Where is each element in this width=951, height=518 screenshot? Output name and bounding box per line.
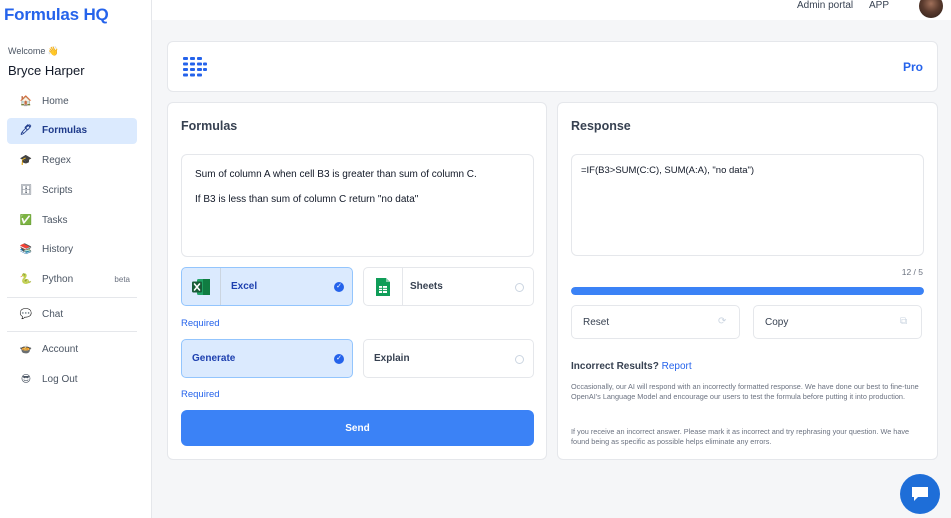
sheets-option[interactable]: Sheets	[363, 267, 534, 306]
sidebar-item-tasks[interactable]: ✅ Tasks	[7, 207, 137, 233]
excel-icon	[182, 268, 221, 305]
excel-label: Excel	[231, 281, 258, 292]
incorrect-results: Incorrect Results? Report	[571, 361, 692, 372]
reset-label: Reset	[583, 316, 610, 328]
send-button[interactable]: Send	[181, 410, 534, 446]
sidebar-item-label: Tasks	[42, 214, 68, 226]
reset-button[interactable]: Reset ⟳	[571, 305, 740, 339]
refresh-icon: ⟳	[718, 316, 727, 327]
check-circle-icon: ✓	[334, 282, 344, 292]
fine-print-2: If you receive an incorrect answer. Plea…	[571, 427, 910, 446]
generate-label: Generate	[192, 353, 236, 364]
copy-button[interactable]: Copy ⧉	[753, 305, 922, 339]
radio-circle-icon	[515, 283, 524, 292]
formulas-title: Formulas	[181, 119, 238, 133]
sidebar-item-label: Account	[42, 343, 79, 355]
sidebar-item-label: Regex	[42, 155, 71, 167]
formula-input-line: If B3 is less than sum of column C retur…	[195, 194, 419, 205]
sidebar-item-label: History	[42, 244, 74, 256]
header-card: Pro	[167, 41, 938, 92]
chat-icon: 💬	[19, 309, 33, 321]
explain-option[interactable]: Explain	[363, 339, 534, 378]
usage-progress-bar	[571, 287, 924, 295]
sidebar-item-python[interactable]: 🐍 Python beta	[7, 267, 137, 293]
sidebar: Formulas HQ Welcome 👋 Bryce Harper 🏠 Hom…	[0, 0, 152, 518]
sidebar-item-label: Python	[42, 274, 74, 286]
home-icon: 🏠	[19, 95, 33, 107]
generate-option[interactable]: Generate ✓	[181, 339, 353, 378]
sidebar-item-home[interactable]: 🏠 Home	[7, 88, 137, 114]
formulas-card: Formulas Sum of column A when cell B3 is…	[167, 102, 547, 460]
sidebar-nav: 🏠 Home 🖊 Formulas 🎓 Regex 🗄 Scripts ✅ Ta…	[7, 88, 137, 396]
sidebar-item-scripts[interactable]: 🗄 Scripts	[7, 177, 137, 203]
chat-fab-button[interactable]	[900, 474, 940, 514]
sidebar-item-account[interactable]: 🍲 Account	[7, 336, 137, 362]
sidebar-item-regex[interactable]: 🎓 Regex	[7, 148, 137, 174]
sidebar-item-logout[interactable]: 😎 Log Out	[7, 366, 137, 392]
sidebar-item-label: Chat	[42, 309, 64, 321]
mode-required-text: Required	[181, 389, 220, 400]
username: Bryce Harper	[8, 63, 85, 78]
usage-counter: 12 / 5	[901, 267, 923, 277]
response-output[interactable]: =IF(B3>SUM(C:C), SUM(A:A), "no data")	[571, 154, 924, 256]
response-title: Response	[571, 119, 631, 133]
sheets-icon	[364, 268, 403, 305]
formulas-grid-icon	[183, 57, 207, 77]
formula-input-line: Sum of column A when cell B3 is greater …	[195, 169, 477, 180]
sidebar-item-chat[interactable]: 💬 Chat	[7, 302, 137, 328]
check-icon: ✅	[19, 214, 33, 226]
logout-icon: 😎	[20, 373, 32, 385]
sidebar-item-formulas[interactable]: 🖊 Formulas	[7, 117, 137, 144]
report-link[interactable]: Report	[662, 361, 692, 372]
incorrect-label: Incorrect Results?	[571, 361, 659, 372]
sidebar-item-history[interactable]: 📚 History	[7, 237, 137, 263]
app-link[interactable]: APP	[869, 0, 889, 11]
sidebar-item-label: Formulas	[42, 125, 88, 137]
topbar: Admin portal APP	[152, 0, 951, 20]
check-circle-icon: ✓	[334, 354, 344, 364]
beta-badge: beta	[114, 275, 130, 285]
platform-required-text: Required	[181, 318, 220, 329]
excel-option[interactable]: Excel ✓	[181, 267, 353, 306]
python-icon: 🐍	[19, 274, 33, 286]
chat-bubble-icon	[912, 487, 928, 501]
radio-circle-icon	[515, 355, 524, 364]
brand-logo[interactable]: Formulas HQ	[4, 5, 109, 25]
sidebar-item-label: Log Out	[42, 373, 78, 385]
sidebar-item-label: Home	[42, 95, 69, 107]
explain-label: Explain	[374, 353, 410, 364]
scroll-icon: 🗄	[19, 184, 33, 196]
sheets-label: Sheets	[410, 281, 443, 292]
avatar[interactable]	[919, 0, 943, 18]
usage-progress-fill	[571, 287, 924, 295]
nav-divider	[7, 331, 137, 333]
welcome-text: Welcome 👋	[8, 46, 60, 56]
books-icon: 📚	[19, 244, 33, 256]
fine-print-1: Occasionally, our AI will respond with a…	[571, 382, 919, 401]
plan-badge[interactable]: Pro	[903, 60, 923, 74]
response-output-text: =IF(B3>SUM(C:C), SUM(A:A), "no data")	[581, 165, 755, 176]
response-card: Response =IF(B3>SUM(C:C), SUM(A:A), "no …	[557, 102, 938, 460]
copy-icon: ⧉	[900, 316, 908, 327]
pen-icon: 🖊	[19, 125, 33, 137]
graduation-cap-icon: 🎓	[19, 155, 33, 167]
formula-input[interactable]: Sum of column A when cell B3 is greater …	[181, 154, 534, 257]
nav-divider	[7, 296, 137, 298]
copy-label: Copy	[765, 316, 789, 328]
admin-portal-link[interactable]: Admin portal	[797, 0, 853, 11]
account-icon: 🍲	[19, 343, 33, 355]
sidebar-item-label: Scripts	[42, 184, 73, 196]
